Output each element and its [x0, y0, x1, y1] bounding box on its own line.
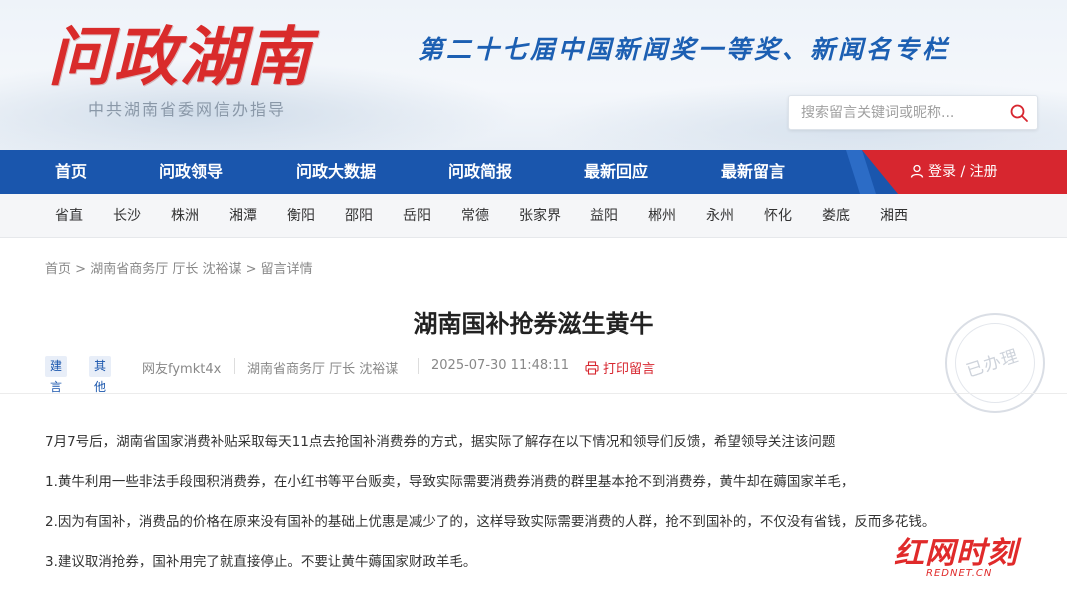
city-link[interactable]: 岳阳 [403, 194, 431, 238]
post-title: 湖南国补抢券滋生黄牛 [413, 309, 654, 338]
search-box [788, 95, 1038, 130]
city-link[interactable]: 衡阳 [287, 194, 315, 238]
city-link[interactable]: 永州 [706, 194, 734, 238]
nav-big-data[interactable]: 问政大数据 [296, 150, 376, 194]
post-tag[interactable]: 其他 [89, 356, 112, 394]
city-link[interactable]: 湘西 [880, 194, 908, 238]
breadcrumb-separator: > [245, 262, 257, 277]
processed-stamp: 已办理 [945, 313, 1045, 413]
city-link[interactable]: 长沙 [113, 194, 141, 238]
post-tag[interactable]: 建言 [45, 356, 68, 394]
content-divider [0, 393, 1067, 394]
post-paragraph: 1.黄牛利用一些非法手段囤积消费券，在小红书等平台贩卖，导致实际需要消费券消费的… [45, 474, 855, 490]
city-link[interactable]: 郴州 [648, 194, 676, 238]
meta-divider [418, 358, 419, 374]
search-icon[interactable] [1009, 103, 1029, 123]
post-time: 2025-07-30 11:48:11 [431, 358, 570, 373]
breadcrumb-department[interactable]: 湖南省商务厅 厅长 沈裕谋 [90, 262, 241, 277]
post-paragraph: 2.因为有国补，消费品的价格在原来没有国补的基础上优惠是减少了的，这样导致实际需… [45, 514, 936, 530]
search-input[interactable] [801, 103, 1001, 123]
breadcrumb: 首页 > 湖南省商务厅 厅长 沈裕谋 > 留言详情 [45, 258, 313, 277]
watermark-domain: REDNET.CN [926, 568, 993, 579]
breadcrumb-separator: > [75, 262, 87, 277]
city-link[interactable]: 益阳 [590, 194, 618, 238]
breadcrumb-current: 留言详情 [260, 262, 313, 277]
meta-divider [234, 358, 235, 374]
print-label: 打印留言 [603, 362, 656, 377]
city-link[interactable]: 湘潭 [229, 194, 257, 238]
post-author[interactable]: 网友fymkt4x [142, 358, 221, 377]
city-bar: 省直 长沙 株洲 湘潭 衡阳 邵阳 岳阳 常德 张家界 益阳 郴州 永州 怀化 … [0, 194, 1067, 238]
site-slogan: 第二十七届中国新闻奖一等奖、新闻名专栏 [418, 35, 951, 64]
nav-leaders[interactable]: 问政领导 [159, 150, 223, 194]
printer-icon [585, 361, 599, 375]
site-logo[interactable]: 问政湖南 [48, 6, 312, 98]
post-paragraph: 3.建议取消抢券，国补用完了就直接停止。不要让黄牛薅国家财政羊毛。 [45, 554, 477, 570]
city-link[interactable]: 张家界 [519, 194, 561, 238]
site-subtitle: 中共湖南省委网信办指导 [88, 100, 287, 119]
city-link[interactable]: 常德 [461, 194, 489, 238]
city-link[interactable]: 邵阳 [345, 194, 373, 238]
city-link[interactable]: 省直 [55, 194, 83, 238]
nav-home[interactable]: 首页 [55, 150, 87, 194]
login-button[interactable]: 登录 / 注册 [910, 150, 998, 194]
nav-latest-response[interactable]: 最新回应 [584, 150, 648, 194]
nav-briefing[interactable]: 问政简报 [448, 150, 512, 194]
site-header: 问政湖南 中共湖南省委网信办指导 第二十七届中国新闻奖一等奖、新闻名专栏 [0, 0, 1067, 150]
city-link[interactable]: 娄底 [822, 194, 850, 238]
post-target[interactable]: 湖南省商务厅 厅长 沈裕谋 [247, 358, 398, 377]
watermark-logo: 红网时刻 [894, 536, 1018, 571]
login-label: 登录 / 注册 [928, 164, 998, 180]
city-link[interactable]: 株洲 [171, 194, 199, 238]
rednet-watermark: 红网时刻 REDNET.CN [894, 528, 1049, 588]
user-icon [910, 164, 924, 178]
breadcrumb-home[interactable]: 首页 [45, 262, 71, 277]
city-link[interactable]: 怀化 [764, 194, 792, 238]
post-paragraph: 7月7号后，湖南省国家消费补贴采取每天11点去抢国补消费券的方式，据实际了解存在… [45, 434, 836, 450]
print-button[interactable]: 打印留言 [585, 358, 655, 377]
nav-latest-messages[interactable]: 最新留言 [721, 150, 785, 194]
